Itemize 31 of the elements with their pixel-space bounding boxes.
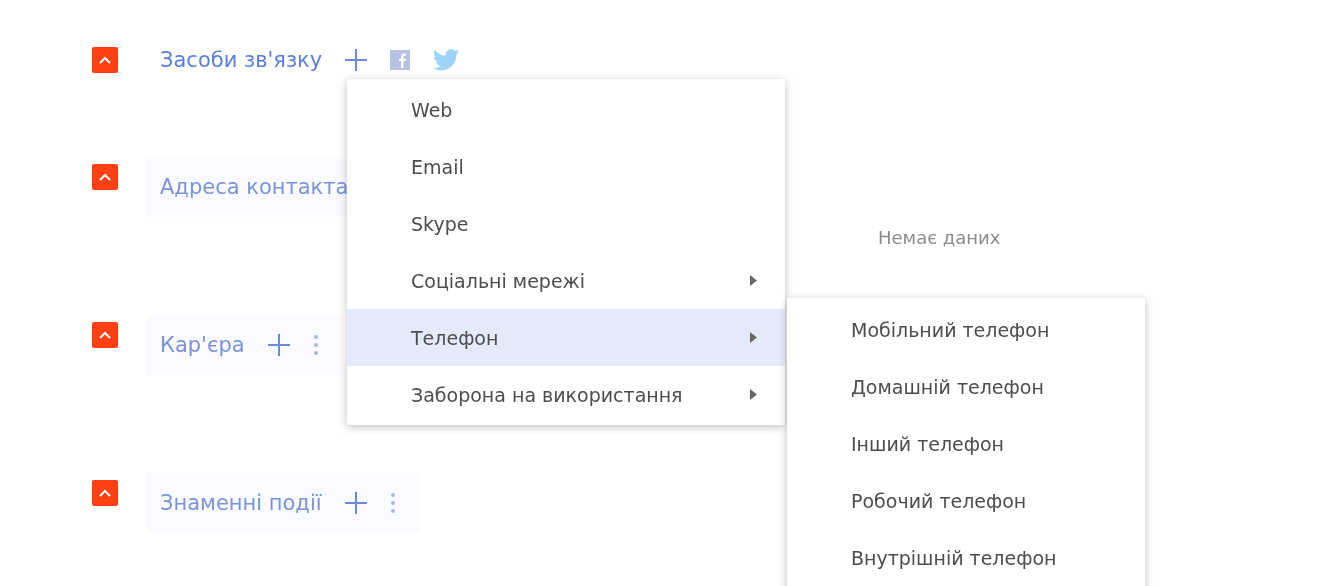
section-title: Адреса контакта — [160, 175, 349, 199]
menu-item[interactable]: Інший телефон — [787, 415, 1145, 472]
section-title: Засоби зв'язку — [160, 48, 323, 72]
menu-item[interactable]: Email — [347, 138, 785, 195]
plus-icon[interactable] — [266, 333, 291, 357]
more-icon[interactable] — [389, 492, 396, 514]
collapse-button[interactable] — [92, 47, 118, 73]
empty-message: Немає даних — [878, 227, 1002, 248]
menu-item[interactable]: Робочий телефон — [787, 472, 1145, 529]
menu-item[interactable]: Web — [347, 81, 785, 138]
menu-item[interactable]: Внутрішній телефон — [787, 529, 1145, 586]
menu-item[interactable]: Домашній телефон — [787, 358, 1145, 415]
plus-icon[interactable] — [343, 491, 368, 515]
collapse-button[interactable] — [92, 322, 118, 348]
more-icon[interactable] — [312, 334, 319, 356]
chevron-up-icon — [99, 331, 111, 339]
plus-icon[interactable] — [344, 48, 369, 72]
menu-item[interactable]: Skype — [347, 195, 785, 252]
menu-item[interactable]: Соціальні мережі — [347, 252, 785, 309]
chevron-up-icon — [99, 489, 111, 497]
facebook-icon[interactable] — [390, 50, 411, 70]
collapse-button[interactable] — [92, 164, 118, 190]
section-title: Кар'єра — [160, 333, 245, 357]
menu-item[interactable]: Телефон — [347, 309, 785, 366]
menu-item[interactable]: Заборона на використання — [347, 366, 785, 423]
chevron-up-icon — [99, 56, 111, 64]
bird-icon[interactable] — [432, 49, 461, 71]
section-title: Знаменні події — [160, 491, 322, 515]
collapse-button[interactable] — [92, 480, 118, 506]
menu-item[interactable]: Мобільний телефон — [787, 301, 1145, 358]
chevron-up-icon — [99, 173, 111, 181]
